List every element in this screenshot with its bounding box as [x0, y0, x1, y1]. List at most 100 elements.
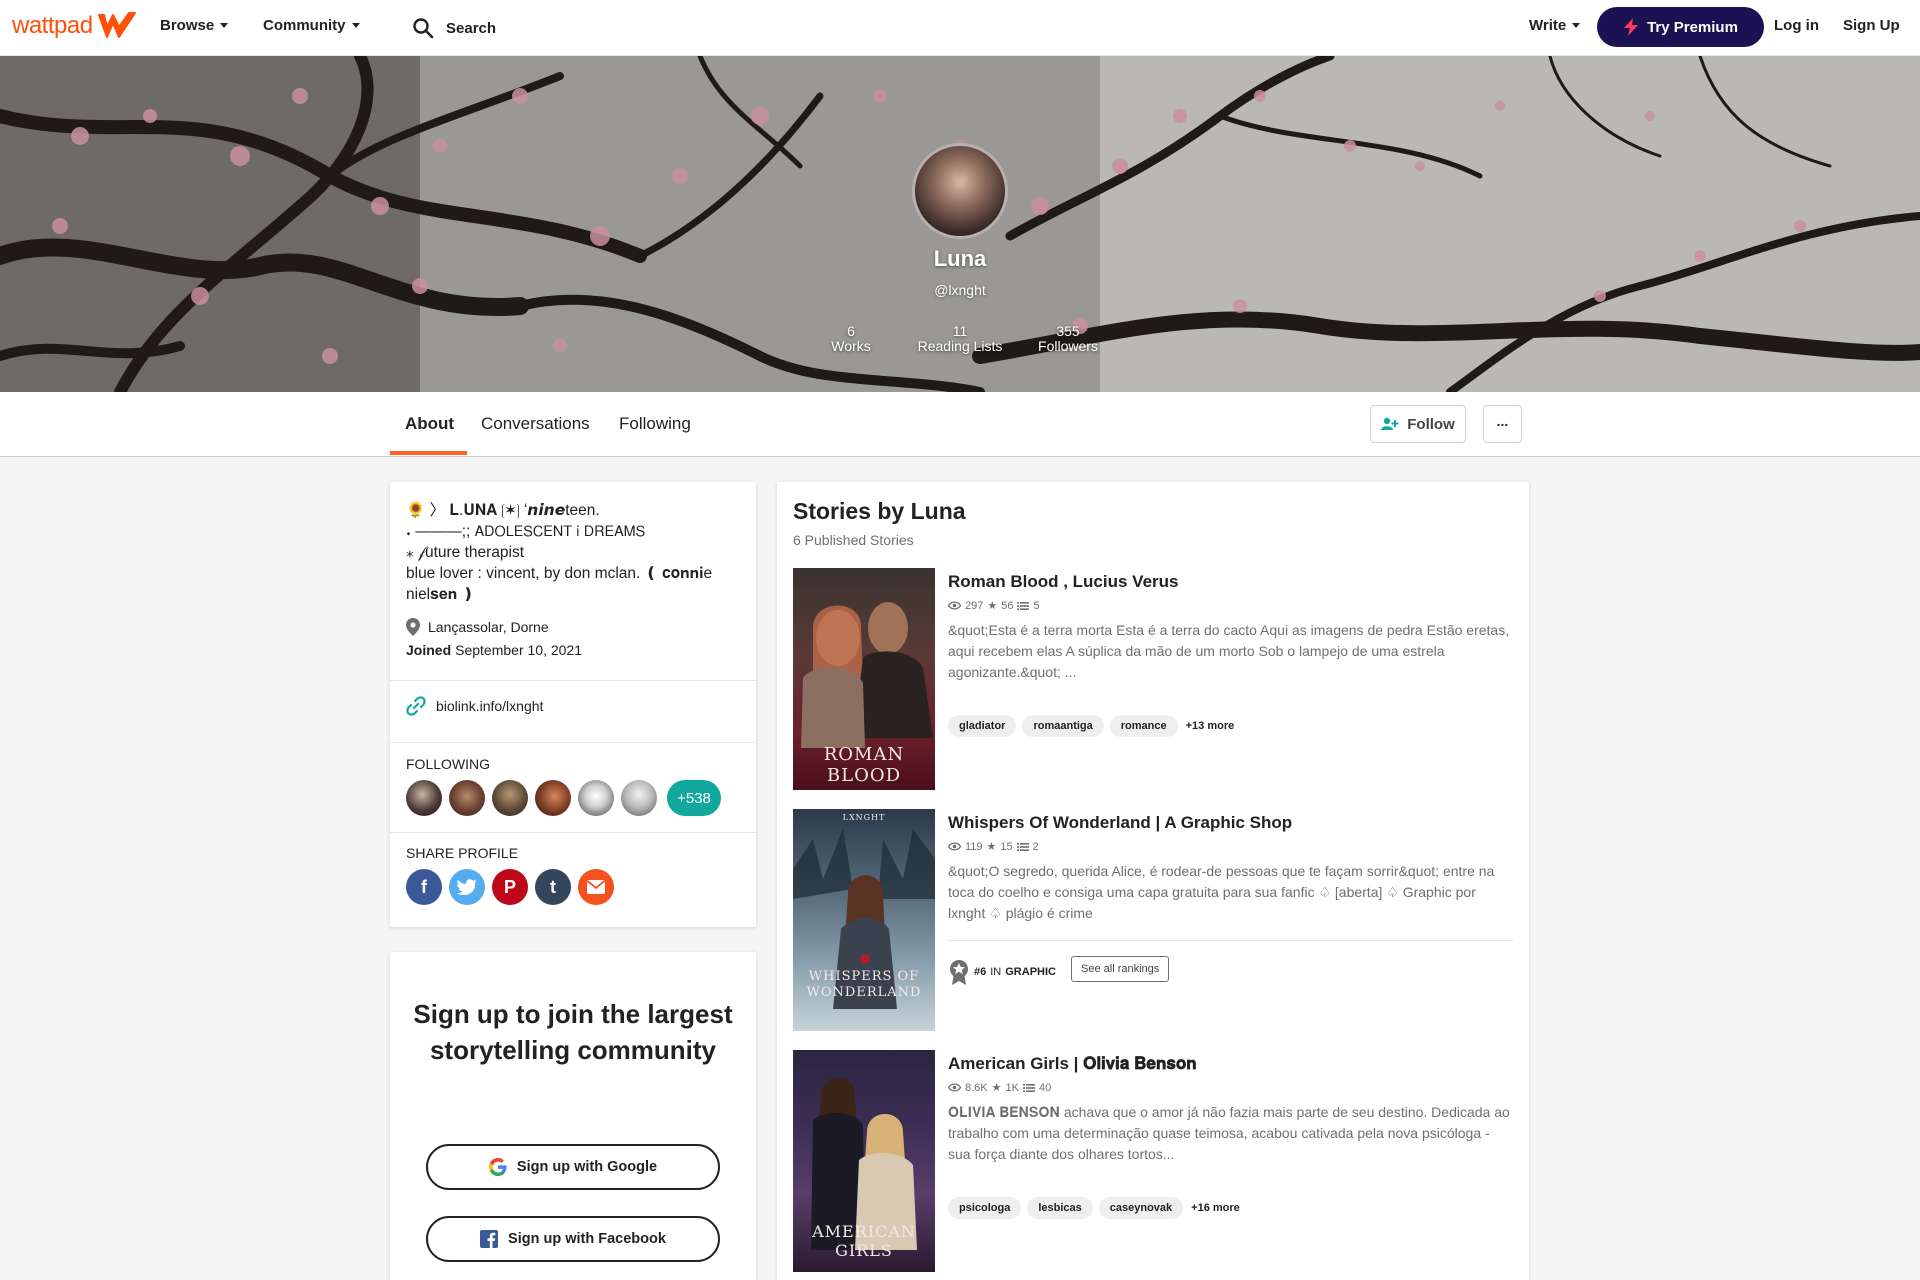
following-heading: FOLLOWING — [406, 756, 491, 772]
tab-conversations[interactable]: Conversations — [481, 414, 590, 434]
stat-value: 355 — [1056, 323, 1080, 339]
add-user-icon — [1381, 417, 1399, 430]
twitter-share-button[interactable] — [449, 869, 485, 905]
signup-google-button[interactable]: Sign up with Google — [426, 1144, 720, 1190]
reads-count: 119 — [965, 840, 983, 853]
story-item[interactable]: LXNGHT WHISPERS OF WONDERLAND Whispers O… — [793, 809, 1513, 1031]
avatar[interactable] — [492, 780, 528, 816]
list-icon — [1022, 1083, 1035, 1092]
search-input[interactable]: Search — [412, 14, 832, 42]
profile-avatar — [912, 143, 1008, 239]
joined-label: Joined — [406, 642, 452, 658]
story-cover[interactable]: ROMAN BLOOD — [793, 568, 935, 790]
follow-label: Follow — [1407, 415, 1455, 433]
votes-count: 56 — [1001, 599, 1014, 612]
divider — [390, 680, 756, 681]
avatar[interactable] — [449, 780, 485, 816]
login-link[interactable]: Log in — [1774, 17, 1819, 34]
email-share-button[interactable] — [578, 869, 614, 905]
signup-facebook-button[interactable]: Sign up with Facebook — [426, 1216, 720, 1262]
avatar[interactable] — [578, 780, 614, 816]
stat-label: Works — [831, 338, 871, 354]
pinterest-share-button[interactable]: P — [492, 869, 528, 905]
browse-menu[interactable]: Browse — [160, 17, 229, 34]
share-profile-heading: SHARE PROFILE — [406, 845, 519, 861]
stories-count: 6 Published Stories — [793, 532, 914, 548]
reads-count: 8.6K — [965, 1081, 988, 1094]
active-tab-indicator — [390, 451, 467, 455]
write-menu[interactable]: Write — [1529, 17, 1581, 34]
see-all-rankings-button[interactable]: See all rankings — [1071, 956, 1170, 982]
chevron-down-icon — [1572, 23, 1581, 28]
follow-button[interactable]: Follow — [1370, 405, 1466, 443]
avatar[interactable] — [406, 780, 442, 816]
stories-heading: Stories by Luna — [793, 498, 966, 524]
search-icon — [413, 18, 434, 39]
story-ranking: #6 IN GRAPHIC See all rankings — [948, 940, 1513, 990]
profile-tabs: About Conversations Following Follow ... — [0, 392, 1920, 457]
reads-count: 297 — [965, 599, 984, 612]
facebook-share-button[interactable]: f — [406, 869, 442, 905]
signup-heading: Sign up to join the largest storytelling… — [413, 999, 733, 1065]
more-options-button[interactable]: ... — [1483, 405, 1522, 443]
profile-link[interactable]: biolink.info/lxnght — [406, 696, 543, 716]
community-label: Community — [263, 17, 346, 34]
parts-count: 5 — [1033, 599, 1040, 612]
stat-reading-lists[interactable]: 11 Reading Lists — [900, 324, 1020, 354]
tags-more-link[interactable]: +13 more — [1186, 720, 1235, 732]
signup-facebook-label: Sign up with Facebook — [508, 1231, 666, 1247]
rank-in: IN — [990, 966, 1002, 978]
story-stats: 119 ★ 15 2 — [948, 840, 1039, 853]
cover-author: LXNGHT — [842, 813, 886, 822]
story-title[interactable]: Whispers Of Wonderland | A Graphic Shop — [948, 813, 1292, 833]
tag[interactable]: psicologa — [948, 1197, 1022, 1219]
tag[interactable]: romance — [1109, 715, 1178, 737]
story-cover[interactable]: LXNGHT WHISPERS OF WONDERLAND — [793, 809, 935, 1031]
signup-link[interactable]: Sign Up — [1843, 17, 1900, 34]
signup-google-label: Sign up with Google — [516, 1159, 658, 1175]
stat-works[interactable]: 6 Works — [791, 324, 911, 354]
tab-about[interactable]: About — [405, 414, 454, 434]
eye-icon — [948, 601, 961, 610]
tags-more-link[interactable]: +16 more — [1191, 1202, 1240, 1214]
lightning-icon — [1624, 18, 1639, 36]
avatar[interactable] — [621, 780, 657, 816]
logo-w-icon — [97, 12, 136, 38]
story-title[interactable]: American Girls | 𝐎𝐥𝐢𝐯𝐢𝐚 𝐁𝐞𝐧𝐬𝐨𝐧 — [948, 1054, 1197, 1074]
google-icon — [488, 1158, 507, 1176]
tag[interactable]: gladiator — [948, 715, 1017, 737]
story-cover[interactable]: AMERICAN GIRLS — [793, 1050, 935, 1272]
pinterest-icon: P — [503, 876, 516, 897]
community-menu[interactable]: Community — [263, 17, 360, 34]
browse-label: Browse — [160, 17, 215, 34]
tag[interactable]: romaantiga — [1022, 715, 1104, 737]
search-placeholder: Search — [446, 19, 497, 37]
wattpad-logo[interactable]: wattpad — [12, 11, 137, 41]
list-icon — [1016, 842, 1029, 851]
location-pin-icon — [406, 618, 420, 636]
avatar[interactable] — [535, 780, 571, 816]
tag[interactable]: lesbicas — [1027, 1197, 1093, 1219]
story-item[interactable]: AMERICAN GIRLS American Girls | 𝐎𝐥𝐢𝐯𝐢𝐚 𝐁… — [793, 1050, 1513, 1272]
tab-following[interactable]: Following — [619, 414, 691, 434]
story-description: &quot;O segredo, querida Alice, é rodear… — [948, 863, 1495, 921]
tumblr-share-button[interactable]: t — [535, 869, 571, 905]
following-more-badge[interactable]: +538 — [667, 780, 721, 816]
story-title[interactable]: Roman Blood , Lucius Verus — [948, 572, 1178, 592]
story-stats: 297 ★ 56 5 — [948, 599, 1040, 612]
stat-followers[interactable]: 355 Followers — [1008, 324, 1128, 354]
ranking-badge: #6 IN GRAPHIC — [948, 959, 1056, 985]
tumblr-icon: t — [550, 876, 556, 897]
profile-header-background: Luna @lxnght 6 Works 11 Reading Lists 35… — [0, 56, 1920, 392]
star-icon: ★ — [991, 1082, 1002, 1094]
tag[interactable]: caseynovak — [1098, 1197, 1184, 1219]
story-stats: 8.6K ★ 1K 40 — [948, 1081, 1051, 1094]
logo-wordmark: wattpad — [12, 12, 93, 39]
profile-bio: 🌻 〉 𝐋.𝐔𝐍𝐀 ❲✶❳ ʻ𝙣𝙞𝙣𝙚teen. 𝆺 ―――;; 𝖠𝖣𝖮𝖫𝖤𝖲𝖢… — [406, 502, 713, 603]
following-avatars: +538 — [406, 780, 721, 816]
story-item[interactable]: ROMAN BLOOD Roman Blood , Lucius Verus 2… — [793, 568, 1513, 790]
cover-title: WHISPERS OF WONDERLAND — [806, 969, 922, 1000]
try-premium-button[interactable]: Try Premium — [1597, 7, 1764, 47]
profile-name: Luna — [933, 246, 987, 271]
stat-label: Reading Lists — [917, 338, 1003, 354]
